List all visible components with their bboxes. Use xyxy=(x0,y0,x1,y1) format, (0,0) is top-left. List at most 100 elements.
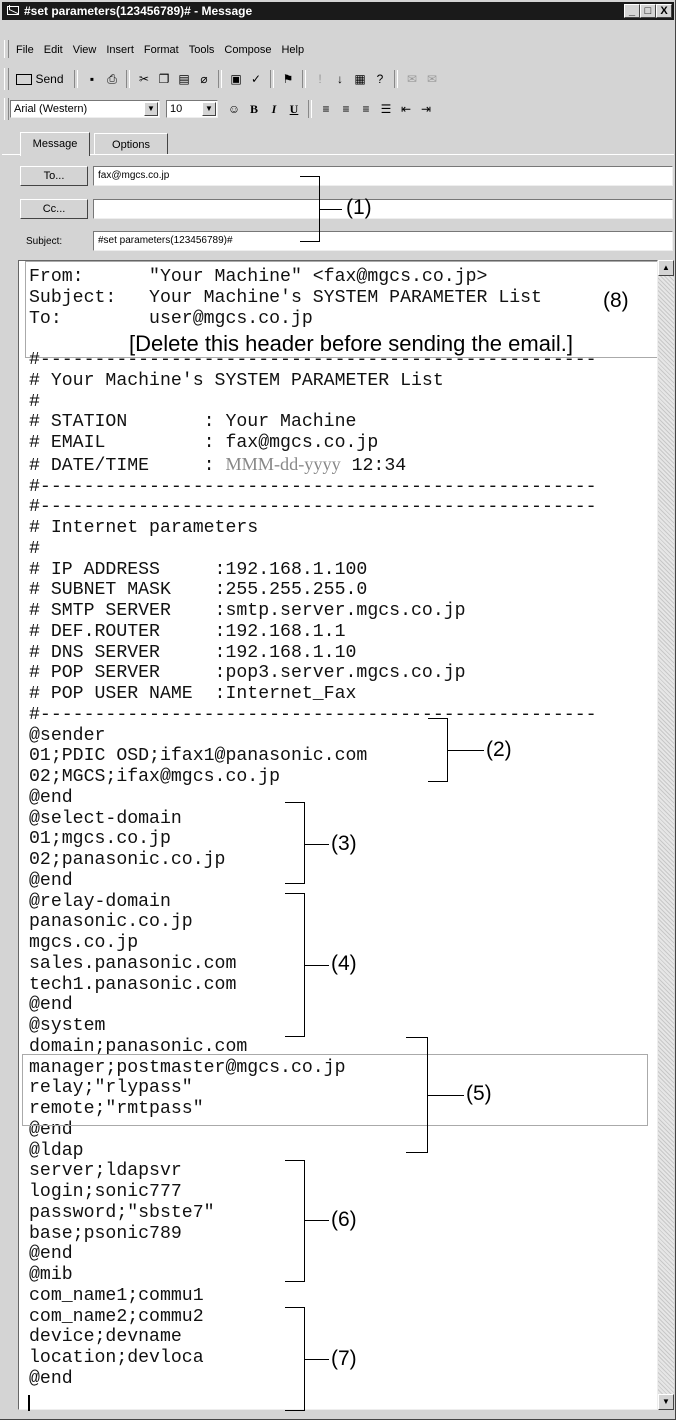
print-icon[interactable]: ⎙ xyxy=(102,69,122,89)
send-button[interactable]: Send xyxy=(10,69,70,89)
menu-view[interactable]: View xyxy=(73,40,97,60)
menu-tools[interactable]: Tools xyxy=(189,40,215,60)
menu-insert[interactable]: Insert xyxy=(106,40,134,60)
window-title: #set parameters(123456789)# - Message xyxy=(24,4,253,18)
body-line: # EMAIL : fax@mgcs.co.jp xyxy=(29,433,379,453)
tab-message[interactable]: Message xyxy=(20,132,90,156)
subject-field[interactable]: #set parameters(123456789)# xyxy=(93,231,673,251)
close-button[interactable]: X xyxy=(656,4,672,18)
align-left-icon[interactable]: ≡ xyxy=(316,99,336,119)
align-center-icon[interactable]: ≡ xyxy=(336,99,356,119)
body-line: @select-domain xyxy=(29,808,182,829)
options-icon[interactable]: ▦ xyxy=(350,69,370,89)
align-right-icon[interactable]: ≡ xyxy=(356,99,376,119)
body-line: # STATION : Your Machine xyxy=(29,412,357,433)
encrypt-icon[interactable]: ✉ xyxy=(422,69,442,89)
underline-button[interactable]: U xyxy=(284,99,304,119)
format-toolbar: Arial (Western) ▼ 10 ▼ ☺ B I U ≡ ≡ ≡ ☰ ⇤… xyxy=(10,98,436,120)
body-line: @mib xyxy=(29,1265,73,1285)
callout-2: (2) xyxy=(486,738,512,761)
vertical-scrollbar[interactable]: ▲ ▼ xyxy=(658,260,674,1410)
callout-bracket-5 xyxy=(406,1037,428,1153)
font-select[interactable]: Arial (Western) ▼ xyxy=(10,100,160,118)
callout-line-3 xyxy=(305,844,329,845)
menu-bar: File Edit View Insert Format Tools Compo… xyxy=(8,40,314,60)
bold-button[interactable]: B xyxy=(244,99,264,119)
check-names-icon[interactable]: ✓ xyxy=(246,69,266,89)
menu-format[interactable]: Format xyxy=(144,40,179,60)
callout-5: (5) xyxy=(466,1082,492,1105)
scroll-up-icon[interactable]: ▲ xyxy=(658,260,674,276)
callout-bracket-1 xyxy=(300,176,320,242)
to-button[interactable]: To... xyxy=(20,166,88,186)
low-importance-icon[interactable]: ↓ xyxy=(330,69,350,89)
copy-icon[interactable]: ❐ xyxy=(154,69,174,89)
maximize-button[interactable]: □ xyxy=(640,4,656,18)
decrease-indent-icon[interactable]: ⇤ xyxy=(396,99,416,119)
scroll-down-icon[interactable]: ▼ xyxy=(658,1394,674,1410)
body-line: # Internet parameters xyxy=(29,518,259,538)
body-line: #---------------------------------------… xyxy=(29,704,597,725)
body-line: @end xyxy=(29,870,73,891)
help-icon[interactable]: ? xyxy=(370,69,390,89)
minimize-button[interactable]: _ xyxy=(624,4,640,18)
font-size-select[interactable]: 10 ▼ xyxy=(166,100,218,118)
toolbar-separator xyxy=(218,70,222,88)
body-line: # POP SERVER :pop3.server.mgcs.co.jp xyxy=(29,663,466,684)
menu-compose[interactable]: Compose xyxy=(224,40,271,60)
cc-button[interactable]: Cc... xyxy=(20,199,88,219)
address-book-icon[interactable]: ▣ xyxy=(226,69,246,89)
cut-icon[interactable]: ✂ xyxy=(134,69,154,89)
body-line: login;sonic777 xyxy=(29,1182,182,1202)
increase-indent-icon[interactable]: ⇥ xyxy=(416,99,436,119)
header-line-subject: Subject: Your Machine's SYSTEM PARAMETER… xyxy=(29,287,542,308)
format-toolbar-grip[interactable] xyxy=(4,98,9,120)
toolbar-grip[interactable] xyxy=(4,68,9,90)
body-line: tech1.panasonic.com xyxy=(29,974,237,995)
body-line: @ldap xyxy=(29,1140,84,1161)
body-line: @relay-domain xyxy=(29,891,171,912)
body-line: #---------------------------------------… xyxy=(29,497,597,518)
attach-icon[interactable]: ⌀ xyxy=(194,69,214,89)
body-line: device;devname xyxy=(29,1327,182,1348)
body-line: # SMTP SERVER :smtp.server.mgcs.co.jp xyxy=(29,601,466,621)
chevron-down-icon[interactable]: ▼ xyxy=(144,102,158,116)
callout-line-4 xyxy=(305,965,329,966)
menu-file[interactable]: File xyxy=(16,40,34,60)
datetime-time: 12:34 xyxy=(340,455,407,476)
to-field[interactable]: fax@mgcs.co.jp xyxy=(93,166,673,186)
callout-bracket-7 xyxy=(285,1307,305,1411)
menu-help[interactable]: Help xyxy=(281,40,304,60)
body-line: # xyxy=(29,391,40,412)
body-line: server;ldapsvr xyxy=(29,1161,182,1182)
italic-button[interactable]: I xyxy=(264,99,284,119)
callout-bracket-3 xyxy=(285,802,305,884)
body-line: @system xyxy=(29,1016,106,1036)
toolbar-separator xyxy=(74,70,78,88)
chevron-down-icon[interactable]: ▼ xyxy=(202,102,216,116)
body-line: # SUBNET MASK :255.255.255.0 xyxy=(29,580,368,601)
envelope-icon xyxy=(7,6,19,15)
body-line: 01;PDIC OSD;ifax1@panasonic.com xyxy=(29,746,368,767)
flag-icon[interactable]: ⚑ xyxy=(278,69,298,89)
font-color-icon[interactable]: ☺ xyxy=(224,99,244,119)
body-text: From: "Your Machine" <fax@mgcs.co.jp> Su… xyxy=(29,267,597,1390)
tab-options[interactable]: Options xyxy=(94,133,168,155)
title-bar: #set parameters(123456789)# - Message _ … xyxy=(2,2,674,20)
high-importance-icon[interactable]: ! xyxy=(310,69,330,89)
header-line-to: To: user@mgcs.co.jp xyxy=(29,308,313,329)
standard-toolbar: Send ▪ ⎙ ✂ ❐ ▤ ⌀ ▣ ✓ ⚑ ! ↓ ▦ ? ✉ ✉ xyxy=(10,68,442,90)
menu-edit[interactable]: Edit xyxy=(44,40,63,60)
save-icon[interactable]: ▪ xyxy=(82,69,102,89)
bullets-icon[interactable]: ☰ xyxy=(376,99,396,119)
sign-icon[interactable]: ✉ xyxy=(402,69,422,89)
toolbar-separator xyxy=(302,70,306,88)
callout-line-5 xyxy=(428,1095,464,1096)
body-line: #---------------------------------------… xyxy=(29,476,597,497)
callout-line-7 xyxy=(305,1359,329,1360)
body-line: base;psonic789 xyxy=(29,1223,182,1244)
paste-icon[interactable]: ▤ xyxy=(174,69,194,89)
text-cursor xyxy=(28,1395,30,1411)
callout-bracket-6 xyxy=(285,1160,305,1282)
cc-field[interactable] xyxy=(93,199,673,219)
